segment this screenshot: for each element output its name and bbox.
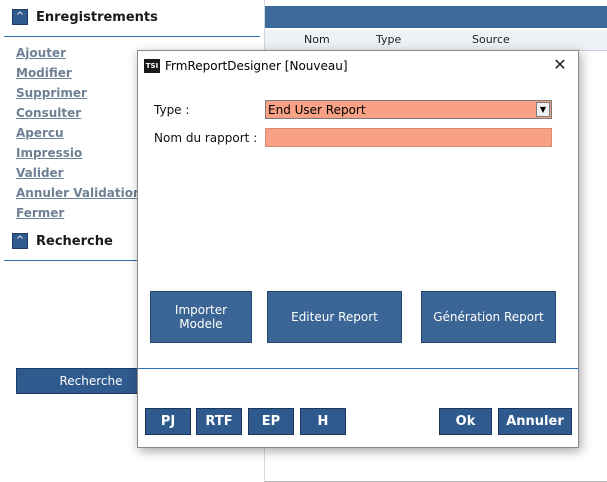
- chevron-down-icon[interactable]: ▼: [536, 102, 550, 117]
- section-enregistrements-header[interactable]: ^ Enregistrements: [12, 9, 158, 25]
- type-selected-value: End User Report: [268, 103, 366, 117]
- pj-button[interactable]: PJ: [145, 408, 191, 435]
- importer-modele-label: Importer Modele: [174, 303, 228, 331]
- menu-modifier[interactable]: Modifier: [16, 66, 142, 86]
- menu-fermer[interactable]: Fermer: [16, 206, 142, 226]
- menu-apercu[interactable]: Apercu: [16, 126, 142, 146]
- collapse-icon[interactable]: ^: [12, 9, 28, 25]
- type-select[interactable]: End User Report ▼: [265, 100, 552, 119]
- grid-header: Nom Type Source: [265, 30, 607, 51]
- actions-menu: Ajouter Modifier Supprimer Consulter Ape…: [16, 46, 142, 226]
- section-divider: [4, 36, 260, 37]
- menu-consulter[interactable]: Consulter: [16, 106, 142, 126]
- collapse-icon[interactable]: ^: [12, 233, 28, 249]
- type-label: Type :: [154, 103, 190, 117]
- dialog-divider: [138, 368, 578, 369]
- column-header-nom[interactable]: Nom: [304, 33, 330, 46]
- section-recherche-header[interactable]: ^ Recherche: [12, 233, 113, 249]
- nom-rapport-label: Nom du rapport :: [154, 131, 258, 145]
- h-button[interactable]: H: [300, 408, 346, 435]
- close-button[interactable]: ✕: [550, 55, 570, 75]
- annuler-button[interactable]: Annuler: [498, 408, 572, 435]
- column-header-source[interactable]: Source: [472, 33, 510, 46]
- menu-annuler-validation[interactable]: Annuler Validation: [16, 186, 142, 206]
- menu-supprimer[interactable]: Supprimer: [16, 86, 142, 106]
- grid-toolbar: [265, 6, 607, 28]
- ok-button[interactable]: Ok: [439, 408, 492, 435]
- menu-impression[interactable]: Impressio: [16, 146, 142, 166]
- importer-modele-button[interactable]: Importer Modele: [150, 291, 252, 343]
- rtf-button[interactable]: RTF: [196, 408, 242, 435]
- nom-rapport-input[interactable]: [265, 128, 552, 147]
- dialog-title: FrmReportDesigner [Nouveau]: [165, 59, 348, 73]
- ep-button[interactable]: EP: [248, 408, 294, 435]
- menu-ajouter[interactable]: Ajouter: [16, 46, 142, 66]
- section-title-enregistrements: Enregistrements: [36, 9, 158, 25]
- section-title-recherche: Recherche: [36, 233, 113, 249]
- app-logo-icon: TSI: [144, 59, 160, 73]
- dialog-titlebar[interactable]: TSI FrmReportDesigner [Nouveau] ✕: [138, 51, 578, 81]
- generation-report-button[interactable]: Génération Report: [421, 291, 556, 343]
- close-icon: ✕: [553, 55, 567, 74]
- menu-valider[interactable]: Valider: [16, 166, 142, 186]
- column-header-type[interactable]: Type: [376, 33, 401, 46]
- report-designer-dialog: TSI FrmReportDesigner [Nouveau] ✕ Type :…: [137, 50, 579, 448]
- editeur-report-button[interactable]: Editeur Report: [267, 291, 402, 343]
